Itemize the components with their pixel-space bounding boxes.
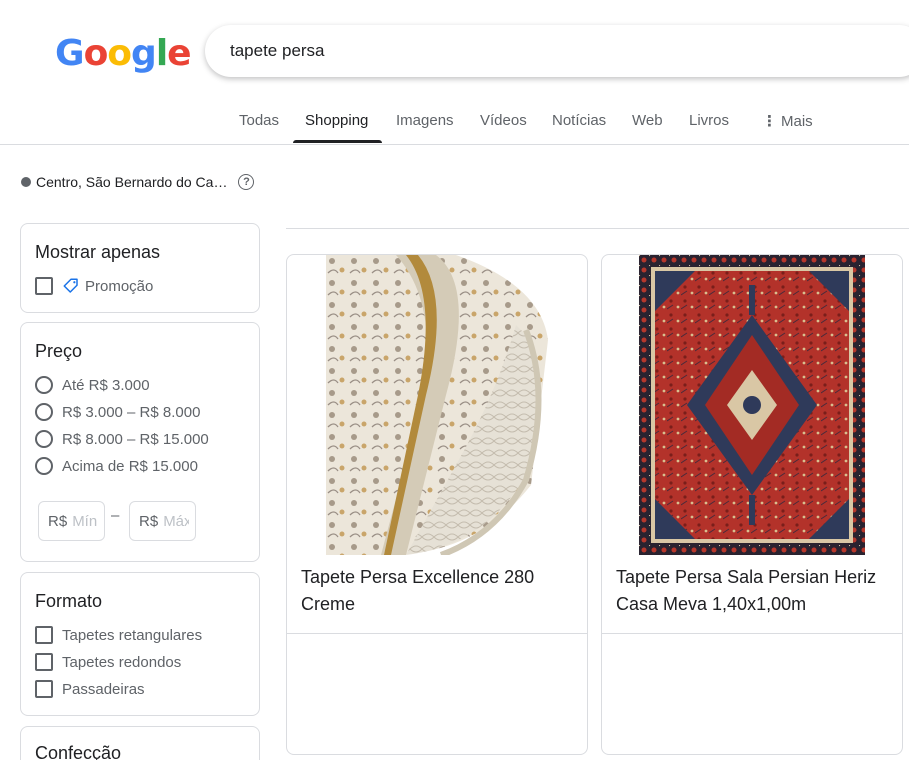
price-option-label: R$ 8.000 – R$ 15.000 — [62, 430, 209, 448]
product-title[interactable]: Tapete Persa Sala Persian Heriz Casa Mev… — [616, 564, 892, 618]
product-card[interactable]: Tapete Persa Sala Persian Heriz Casa Mev… — [601, 254, 903, 755]
results-divider — [286, 228, 909, 229]
product-divider — [287, 633, 587, 634]
filter-title: Formato — [35, 591, 103, 611]
product-image[interactable] — [602, 255, 902, 555]
logo-letter: l — [155, 33, 168, 74]
product-title[interactable]: Tapete Persa Excellence 280 Creme — [301, 564, 577, 618]
price-option-label: Até R$ 3.000 — [62, 376, 150, 394]
price-range-dash: – — [111, 507, 120, 524]
logo-letter: o — [107, 33, 132, 74]
search-input[interactable] — [230, 41, 830, 61]
tab-mais[interactable]: ⋮ Mais — [762, 112, 813, 130]
filter-option-label: Promoção — [85, 277, 154, 295]
price-min-field[interactable]: R$ — [38, 501, 105, 541]
filter-title: Mostrar apenas — [35, 242, 161, 262]
price-option[interactable]: R$ 8.000 – R$ 15.000 — [35, 430, 209, 448]
cream-rug-image — [326, 255, 548, 555]
tab-imagens[interactable]: Imagens — [396, 112, 454, 129]
currency-label: R$ — [139, 512, 159, 530]
location-text: Centro, São Bernardo do Ca… — [36, 174, 228, 190]
format-option-label: Tapetes retangulares — [62, 626, 203, 644]
filter-show-only: Mostrar apenas Promoção — [20, 223, 260, 313]
price-option-label: R$ 3.000 – R$ 8.000 — [62, 403, 201, 421]
format-option[interactable]: Tapetes redondos — [35, 653, 181, 671]
tag-icon — [63, 278, 78, 293]
filter-option-promocao[interactable]: Promoção — [35, 277, 153, 295]
price-option[interactable]: Acima de R$ 15.000 — [35, 457, 198, 475]
tab-mais-label: Mais — [781, 113, 813, 130]
location-bar[interactable]: Centro, São Bernardo do Ca… ? — [21, 174, 255, 190]
product-card[interactable]: Tapete Persa Excellence 280 Creme — [286, 254, 588, 755]
help-icon[interactable]: ? — [238, 174, 255, 190]
filter-format: Formato Tapetes retangulares Tapetes red… — [20, 572, 260, 716]
price-max-field[interactable]: R$ — [129, 501, 196, 541]
filter-title: Confecção — [35, 743, 122, 760]
tab-web[interactable]: Web — [632, 112, 663, 129]
format-option[interactable]: Passadeiras — [35, 680, 145, 698]
checkbox[interactable] — [35, 653, 53, 671]
radio-button[interactable] — [35, 376, 53, 394]
price-max-input[interactable] — [163, 512, 190, 530]
format-option-label: Tapetes redondos — [62, 653, 182, 671]
logo-letter: G — [55, 33, 85, 74]
red-rug-image — [639, 255, 865, 555]
logo-letter: o — [83, 33, 109, 74]
tab-videos[interactable]: Vídeos — [480, 112, 527, 129]
checkbox[interactable] — [35, 680, 53, 698]
checkbox[interactable] — [35, 626, 53, 644]
price-option[interactable]: R$ 3.000 – R$ 8.000 — [35, 403, 200, 421]
more-vert-icon: ⋮ — [762, 113, 777, 130]
format-option-label: Passadeiras — [62, 680, 145, 698]
radio-button[interactable] — [35, 430, 53, 448]
tab-noticias[interactable]: Notícias — [552, 112, 606, 129]
tab-shopping[interactable]: Shopping — [305, 112, 368, 129]
radio-button[interactable] — [35, 457, 53, 475]
radio-button[interactable] — [35, 403, 53, 421]
tab-todas[interactable]: Todas — [239, 112, 279, 129]
active-tab-indicator — [293, 140, 382, 143]
search-tabs: Todas Shopping Imagens Vídeos Notícias W… — [0, 98, 909, 145]
logo-letter: e — [167, 33, 191, 74]
tab-livros[interactable]: Livros — [689, 112, 729, 129]
filter-title: Preço — [35, 341, 83, 361]
product-divider — [602, 633, 902, 634]
price-option[interactable]: Até R$ 3.000 — [35, 376, 150, 394]
currency-label: R$ — [48, 512, 68, 530]
logo-letter: g — [131, 33, 157, 74]
price-option-label: Acima de R$ 15.000 — [62, 457, 198, 475]
search-box[interactable] — [205, 25, 909, 77]
checkbox[interactable] — [35, 277, 53, 295]
price-min-input[interactable] — [72, 512, 99, 530]
product-image[interactable] — [287, 255, 587, 555]
format-option[interactable]: Tapetes retangulares — [35, 626, 202, 644]
google-logo[interactable]: Google — [55, 33, 192, 74]
filter-confeccao[interactable]: Confecção — [20, 726, 260, 760]
location-dot-icon — [21, 177, 31, 187]
